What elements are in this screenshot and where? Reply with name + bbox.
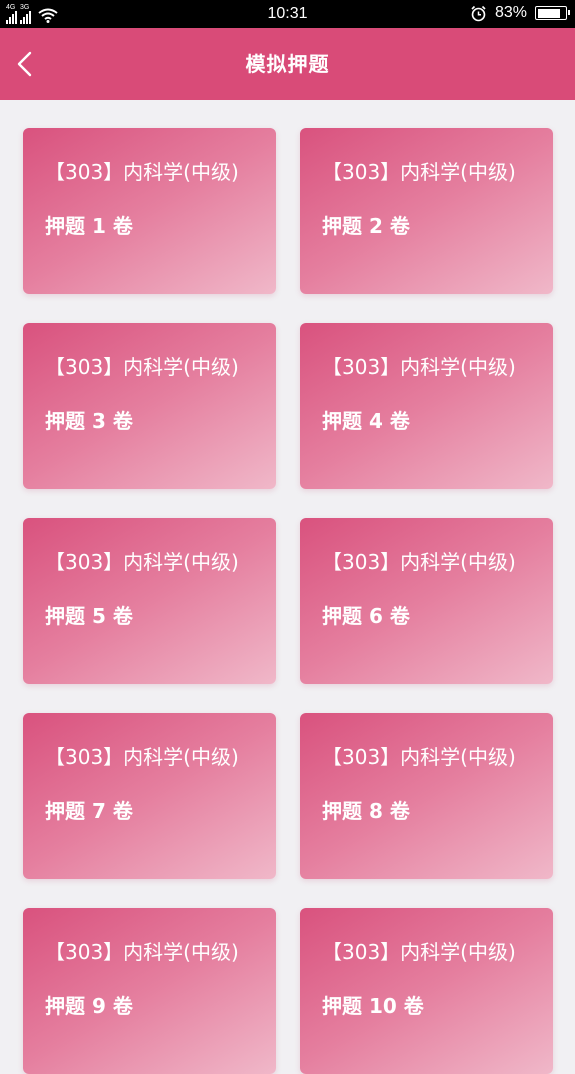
exam-paper-card[interactable]: 【303】内科学(中级) 押题 5 卷 [23, 518, 276, 684]
card-volume-label: 押题 7 卷 [45, 799, 133, 823]
status-bar: 4G 3G 10:31 83% [0, 0, 575, 28]
exam-paper-card[interactable]: 【303】内科学(中级) 押题 2 卷 [300, 128, 553, 294]
exam-paper-card[interactable]: 【303】内科学(中级) 押题 4 卷 [300, 323, 553, 489]
exam-paper-card[interactable]: 【303】内科学(中级) 押题 1 卷 [23, 128, 276, 294]
card-volume-label: 押题 5 卷 [45, 604, 133, 628]
exam-paper-card[interactable]: 【303】内科学(中级) 押题 3 卷 [23, 323, 276, 489]
card-subject-label: 【303】内科学(中级) [322, 355, 516, 379]
card-subject-label: 【303】内科学(中级) [322, 745, 516, 769]
battery-percent: 83% [494, 4, 527, 21]
battery-level [537, 8, 560, 18]
card-subject-label: 【303】内科学(中级) [45, 940, 239, 964]
card-volume-label: 押题 9 卷 [45, 994, 133, 1018]
exam-paper-card[interactable]: 【303】内科学(中级) 押题 8 卷 [300, 713, 553, 879]
card-subject-label: 【303】内科学(中级) [322, 940, 516, 964]
page-title: 模拟押题 [245, 52, 330, 76]
app-bar: 模拟押题 [0, 28, 575, 100]
card-subject-label: 【303】内科学(中级) [322, 160, 516, 184]
card-subject-label: 【303】内科学(中级) [322, 550, 516, 574]
card-subject-label: 【303】内科学(中级) [45, 745, 239, 769]
card-subject-label: 【303】内科学(中级) [45, 355, 239, 379]
card-volume-label: 押题 1 卷 [45, 214, 133, 238]
card-subject-label: 【303】内科学(中级) [45, 160, 239, 184]
card-volume-label: 押题 6 卷 [322, 604, 410, 628]
card-volume-label: 押题 2 卷 [322, 214, 410, 238]
card-subject-label: 【303】内科学(中级) [45, 550, 239, 574]
card-volume-label: 押题 4 卷 [322, 409, 410, 433]
status-right: 83% [470, 4, 570, 22]
battery-icon [535, 6, 570, 20]
exam-paper-card[interactable]: 【303】内科学(中级) 押题 6 卷 [300, 518, 553, 684]
card-volume-label: 押题 3 卷 [45, 409, 133, 433]
card-volume-label: 押题 10 卷 [322, 994, 424, 1018]
exam-paper-grid: 【303】内科学(中级) 押题 1 卷【303】内科学(中级) 押题 2 卷【303… [23, 128, 554, 1074]
alarm-clock-icon [471, 5, 486, 21]
exam-paper-card[interactable]: 【303】内科学(中级) 押题 10 卷 [300, 908, 553, 1074]
card-volume-label: 押题 8 卷 [322, 799, 410, 823]
exam-paper-card[interactable]: 【303】内科学(中级) 押题 9 卷 [23, 908, 276, 1074]
exam-paper-card[interactable]: 【303】内科学(中级) 押题 7 卷 [23, 713, 276, 879]
